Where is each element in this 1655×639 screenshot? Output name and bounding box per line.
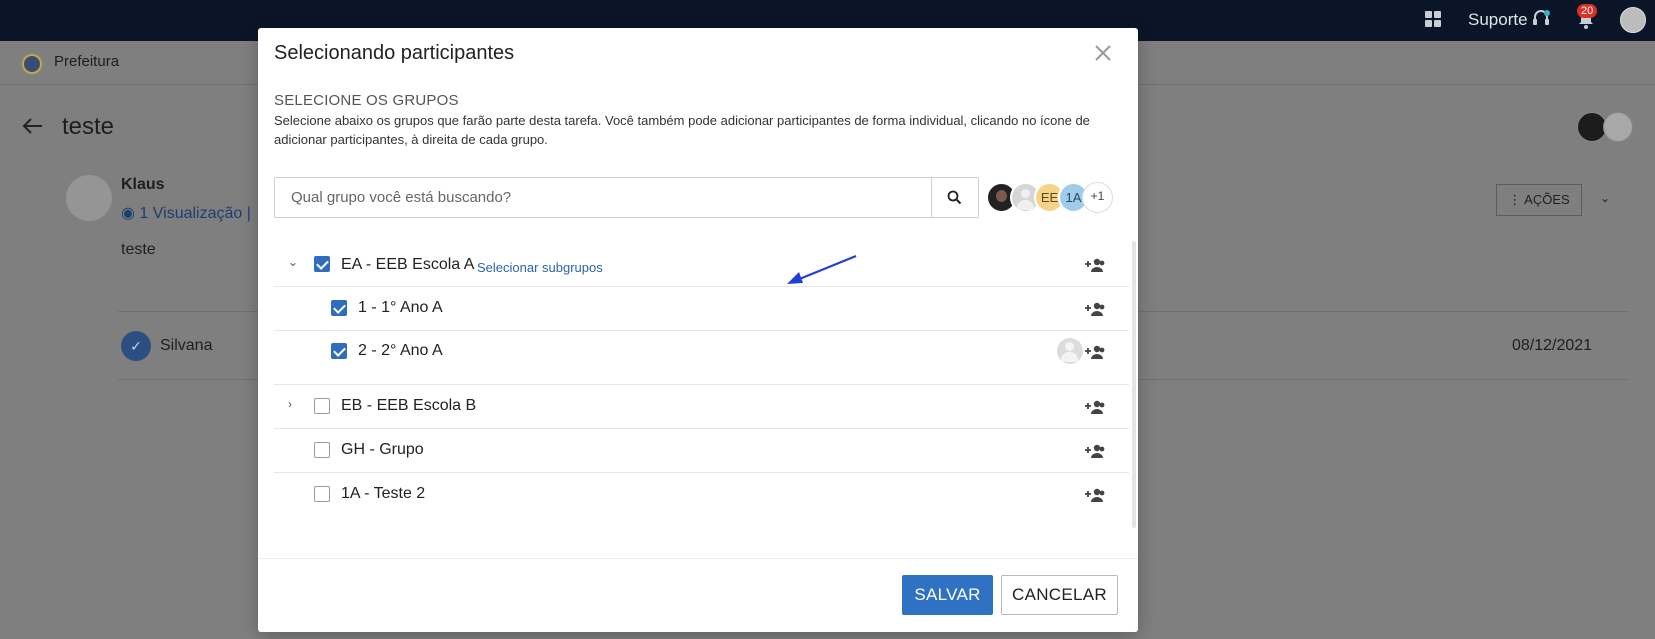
group-label: EB - EEB Escola B [341, 397, 477, 414]
annotation-arrow-icon [787, 254, 857, 284]
selected-participants[interactable]: EE 1A +1 [986, 182, 1116, 214]
avatar [1057, 338, 1083, 364]
views-count[interactable]: ◉ 1 Visualização | [121, 203, 251, 223]
back-arrow-icon[interactable] [22, 117, 44, 135]
author-avatar [66, 175, 112, 221]
group-row[interactable]: GH - Grupo [274, 429, 1129, 473]
completed-check-icon: ✓ [121, 331, 151, 361]
group-label: 1A - Teste 2 [341, 485, 426, 502]
breadcrumb-label[interactable]: Prefeitura [54, 53, 119, 70]
more-participants-count[interactable]: +1 [1082, 182, 1113, 213]
add-participants-icon[interactable] [1085, 257, 1105, 273]
city-logo-icon [22, 54, 42, 74]
views-label: 1 Visualização | [139, 205, 251, 222]
group-checkbox[interactable] [314, 256, 330, 272]
task-body-text: teste [121, 241, 156, 258]
subgroup-checkbox[interactable] [331, 343, 347, 359]
group-checkbox[interactable] [314, 442, 330, 458]
subgroup-label: 2 - 2° Ano A [358, 342, 443, 359]
save-button[interactable]: SALVAR [902, 575, 993, 615]
select-subgroups-link[interactable]: Selecionar subgrupos [477, 260, 603, 275]
add-participants-icon[interactable] [1085, 487, 1105, 503]
group-list: ⌄ EA - EEB Escola A Selecionar subgrupos… [274, 241, 1136, 528]
notification-badge: 20 [1577, 4, 1598, 18]
apps-grid-icon[interactable] [1425, 11, 1441, 27]
cancel-button[interactable]: CANCELAR [1001, 575, 1118, 615]
author-name: Klaus [121, 176, 165, 193]
divider [258, 558, 1138, 559]
support-label[interactable]: Suporte [1468, 10, 1528, 30]
section-description: Selecione abaixo os grupos que farão par… [274, 113, 1090, 147]
group-checkbox[interactable] [314, 486, 330, 502]
group-search [274, 177, 979, 218]
select-participants-modal: Selecionando participantes SELECIONE OS … [258, 28, 1138, 632]
search-icon [947, 190, 962, 205]
subgroup-checkbox[interactable] [331, 300, 347, 316]
group-label: EA - EEB Escola A [341, 256, 475, 273]
add-participants-icon[interactable] [1085, 443, 1105, 459]
group-row[interactable]: 1A - Teste 2 [274, 473, 1129, 517]
close-icon[interactable] [1092, 42, 1114, 64]
group-row[interactable]: › EB - EEB Escola B [274, 385, 1129, 429]
subgroup-label: 1 - 1° Ano A [358, 299, 443, 316]
search-button[interactable] [931, 178, 978, 217]
page-title: teste [62, 113, 115, 140]
search-input[interactable] [275, 178, 931, 217]
actions-button[interactable]: ⋮ AÇÕES [1496, 184, 1582, 216]
group-checkbox[interactable] [314, 398, 330, 414]
add-participants-icon[interactable] [1085, 399, 1105, 415]
group-row[interactable]: ⌄ EA - EEB Escola A Selecionar subgrupos [274, 241, 1129, 287]
headset-icon[interactable] [1532, 9, 1550, 29]
subgroup-row[interactable]: 1 - 1° Ano A [274, 287, 1129, 331]
chevron-right-icon[interactable]: › [288, 397, 292, 411]
chevron-down-icon[interactable]: ⌄ [288, 255, 298, 269]
assignee-date: 08/12/2021 [1512, 337, 1593, 354]
add-participants-icon[interactable] [1085, 301, 1105, 317]
add-participants-icon[interactable] [1085, 344, 1105, 360]
chevron-down-icon[interactable]: ⌄ [1600, 191, 1610, 205]
subgroup-row[interactable]: 2 - 2° Ano A [274, 331, 1129, 385]
scrollbar[interactable] [1132, 241, 1136, 528]
section-title: SELECIONE OS GRUPOS [274, 92, 459, 109]
user-avatar[interactable] [1620, 7, 1646, 33]
eye-icon: ◉ [121, 205, 140, 222]
assignee-name: Silvana [160, 337, 213, 354]
avatar [1603, 112, 1633, 142]
modal-title: Selecionando participantes [274, 42, 515, 64]
group-label: GH - Grupo [341, 441, 424, 458]
